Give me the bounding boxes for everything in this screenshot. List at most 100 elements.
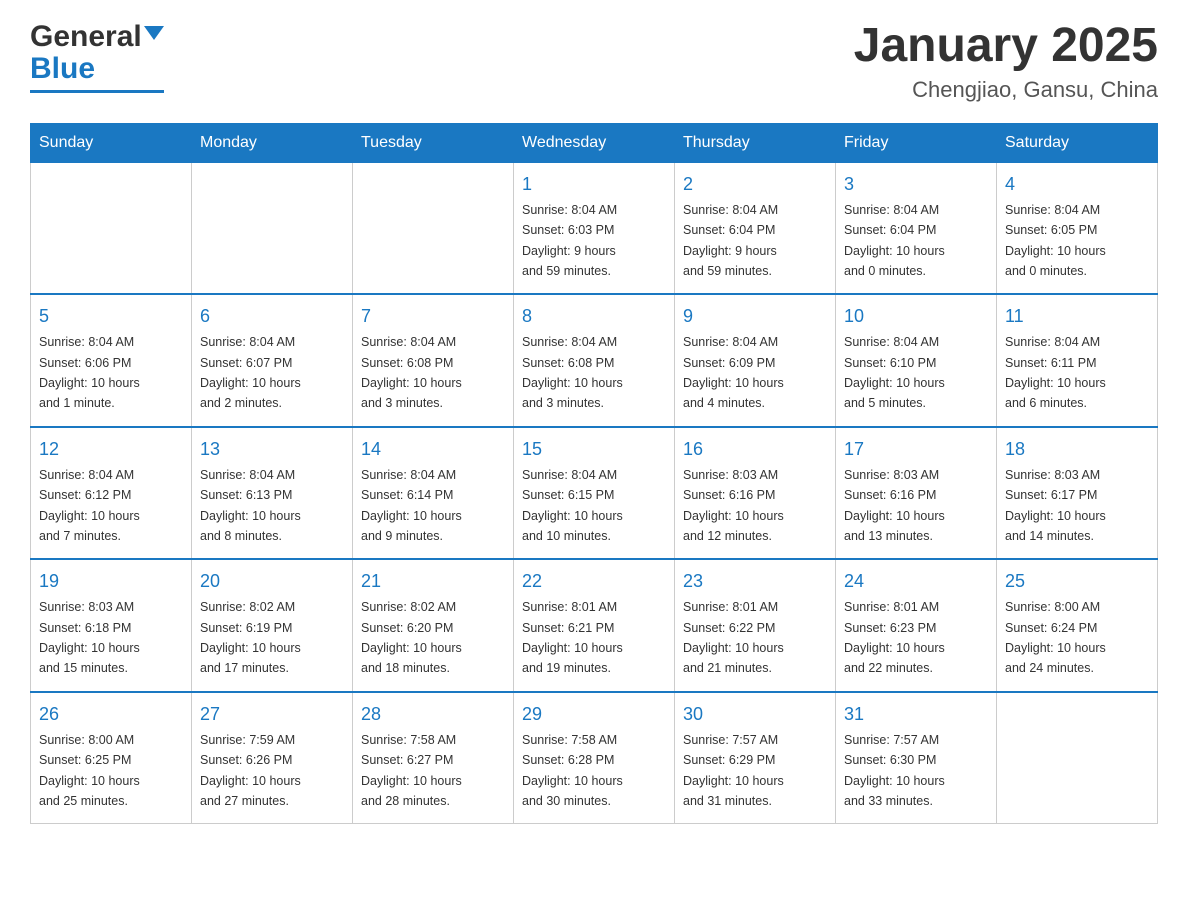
- calendar-cell: 17 Sunrise: 8:03 AMSunset: 6:16 PMDayligh…: [836, 427, 997, 560]
- day-number: 22: [522, 568, 666, 595]
- day-info: Sunrise: 8:04 AMSunset: 6:06 PMDaylight:…: [39, 335, 140, 410]
- day-number: 25: [1005, 568, 1149, 595]
- day-number: 28: [361, 701, 505, 728]
- day-info: Sunrise: 7:58 AMSunset: 6:28 PMDaylight:…: [522, 733, 623, 808]
- day-header-tuesday: Tuesday: [353, 123, 514, 162]
- calendar-cell: 31 Sunrise: 7:57 AMSunset: 6:30 PMDayligh…: [836, 692, 997, 824]
- day-info: Sunrise: 8:04 AMSunset: 6:10 PMDaylight:…: [844, 335, 945, 410]
- calendar-cell: 19Sunrise: 8:03 AMSunset: 6:18 PMDayligh…: [31, 559, 192, 692]
- day-info: Sunrise: 8:04 AMSunset: 6:03 PMDaylight:…: [522, 203, 617, 278]
- calendar-week-row: 1 Sunrise: 8:04 AMSunset: 6:03 PMDaylight…: [31, 162, 1158, 294]
- calendar-cell: 20Sunrise: 8:02 AMSunset: 6:19 PMDayligh…: [192, 559, 353, 692]
- day-info: Sunrise: 8:00 AMSunset: 6:24 PMDaylight:…: [1005, 600, 1106, 675]
- day-number: 18: [1005, 436, 1149, 463]
- calendar-header-row: SundayMondayTuesdayWednesdayThursdayFrid…: [31, 123, 1158, 162]
- day-info: Sunrise: 8:00 AMSunset: 6:25 PMDaylight:…: [39, 733, 140, 808]
- calendar-cell: 7 Sunrise: 8:04 AMSunset: 6:08 PMDaylight…: [353, 294, 514, 427]
- day-number: 20: [200, 568, 344, 595]
- day-info: Sunrise: 8:04 AMSunset: 6:09 PMDaylight:…: [683, 335, 784, 410]
- day-number: 14: [361, 436, 505, 463]
- day-number: 5: [39, 303, 183, 330]
- calendar-cell: 6Sunrise: 8:04 AMSunset: 6:07 PMDaylight…: [192, 294, 353, 427]
- day-info: Sunrise: 8:01 AMSunset: 6:23 PMDaylight:…: [844, 600, 945, 675]
- day-number: 29: [522, 701, 666, 728]
- day-header-monday: Monday: [192, 123, 353, 162]
- logo-general-text: General: [30, 20, 142, 54]
- day-number: 27: [200, 701, 344, 728]
- logo-underline: [30, 90, 164, 93]
- calendar-cell: 27 Sunrise: 7:59 AMSunset: 6:26 PMDayligh…: [192, 692, 353, 824]
- calendar-cell: 22 Sunrise: 8:01 AMSunset: 6:21 PMDayligh…: [514, 559, 675, 692]
- day-number: 31: [844, 701, 988, 728]
- day-number: 11: [1005, 303, 1149, 330]
- calendar-cell: 28 Sunrise: 7:58 AMSunset: 6:27 PMDayligh…: [353, 692, 514, 824]
- day-header-wednesday: Wednesday: [514, 123, 675, 162]
- calendar-cell: 30 Sunrise: 7:57 AMSunset: 6:29 PMDayligh…: [675, 692, 836, 824]
- calendar-week-row: 5 Sunrise: 8:04 AMSunset: 6:06 PMDaylight…: [31, 294, 1158, 427]
- day-number: 1: [522, 171, 666, 198]
- day-number: 4: [1005, 171, 1149, 198]
- logo-blue-text: Blue: [30, 52, 95, 86]
- day-number: 26: [39, 701, 183, 728]
- calendar-week-row: 19Sunrise: 8:03 AMSunset: 6:18 PMDayligh…: [31, 559, 1158, 692]
- logo-triangle-icon: [144, 26, 164, 40]
- day-number: 16: [683, 436, 827, 463]
- day-header-sunday: Sunday: [31, 123, 192, 162]
- day-info: Sunrise: 8:01 AMSunset: 6:21 PMDaylight:…: [522, 600, 623, 675]
- calendar-week-row: 26 Sunrise: 8:00 AMSunset: 6:25 PMDayligh…: [31, 692, 1158, 824]
- calendar-cell: 26 Sunrise: 8:00 AMSunset: 6:25 PMDayligh…: [31, 692, 192, 824]
- calendar-cell: [997, 692, 1158, 824]
- calendar-table: SundayMondayTuesdayWednesdayThursdayFrid…: [30, 123, 1158, 825]
- day-info: Sunrise: 8:04 AMSunset: 6:14 PMDaylight:…: [361, 468, 462, 543]
- day-info: Sunrise: 8:04 AMSunset: 6:13 PMDaylight:…: [200, 468, 301, 543]
- day-info: Sunrise: 8:03 AMSunset: 6:16 PMDaylight:…: [683, 468, 784, 543]
- calendar-cell: 15 Sunrise: 8:04 AMSunset: 6:15 PMDayligh…: [514, 427, 675, 560]
- day-number: 15: [522, 436, 666, 463]
- day-info: Sunrise: 8:01 AMSunset: 6:22 PMDaylight:…: [683, 600, 784, 675]
- day-info: Sunrise: 8:03 AMSunset: 6:18 PMDaylight:…: [39, 600, 140, 675]
- day-info: Sunrise: 7:59 AMSunset: 6:26 PMDaylight:…: [200, 733, 301, 808]
- calendar-cell: 21Sunrise: 8:02 AMSunset: 6:20 PMDayligh…: [353, 559, 514, 692]
- calendar-cell: [31, 162, 192, 294]
- day-info: Sunrise: 7:58 AMSunset: 6:27 PMDaylight:…: [361, 733, 462, 808]
- day-info: Sunrise: 7:57 AMSunset: 6:29 PMDaylight:…: [683, 733, 784, 808]
- day-header-thursday: Thursday: [675, 123, 836, 162]
- calendar-cell: 5 Sunrise: 8:04 AMSunset: 6:06 PMDaylight…: [31, 294, 192, 427]
- calendar-cell: 3 Sunrise: 8:04 AMSunset: 6:04 PMDaylight…: [836, 162, 997, 294]
- day-info: Sunrise: 8:03 AMSunset: 6:17 PMDaylight:…: [1005, 468, 1106, 543]
- calendar-cell: 2 Sunrise: 8:04 AMSunset: 6:04 PMDaylight…: [675, 162, 836, 294]
- calendar-cell: 24 Sunrise: 8:01 AMSunset: 6:23 PMDayligh…: [836, 559, 997, 692]
- day-info: Sunrise: 8:04 AMSunset: 6:15 PMDaylight:…: [522, 468, 623, 543]
- calendar-cell: 29 Sunrise: 7:58 AMSunset: 6:28 PMDayligh…: [514, 692, 675, 824]
- calendar-cell: 14 Sunrise: 8:04 AMSunset: 6:14 PMDayligh…: [353, 427, 514, 560]
- day-info: Sunrise: 8:04 AMSunset: 6:04 PMDaylight:…: [844, 203, 945, 278]
- calendar-cell: 23 Sunrise: 8:01 AMSunset: 6:22 PMDayligh…: [675, 559, 836, 692]
- logo: General Blue: [30, 20, 164, 93]
- calendar-week-row: 12Sunrise: 8:04 AMSunset: 6:12 PMDayligh…: [31, 427, 1158, 560]
- calendar-cell: 4 Sunrise: 8:04 AMSunset: 6:05 PMDaylight…: [997, 162, 1158, 294]
- day-info: Sunrise: 8:04 AMSunset: 6:05 PMDaylight:…: [1005, 203, 1106, 278]
- calendar-cell: 11 Sunrise: 8:04 AMSunset: 6:11 PMDayligh…: [997, 294, 1158, 427]
- day-number: 24: [844, 568, 988, 595]
- day-info: Sunrise: 8:04 AMSunset: 6:12 PMDaylight:…: [39, 468, 140, 543]
- day-number: 10: [844, 303, 988, 330]
- day-info: Sunrise: 8:04 AMSunset: 6:04 PMDaylight:…: [683, 203, 778, 278]
- day-number: 17: [844, 436, 988, 463]
- calendar-cell: 13Sunrise: 8:04 AMSunset: 6:13 PMDayligh…: [192, 427, 353, 560]
- day-number: 2: [683, 171, 827, 198]
- calendar-cell: 9Sunrise: 8:04 AMSunset: 6:09 PMDaylight…: [675, 294, 836, 427]
- day-info: Sunrise: 8:02 AMSunset: 6:20 PMDaylight:…: [361, 600, 462, 675]
- calendar-cell: 12Sunrise: 8:04 AMSunset: 6:12 PMDayligh…: [31, 427, 192, 560]
- day-number: 30: [683, 701, 827, 728]
- day-info: Sunrise: 7:57 AMSunset: 6:30 PMDaylight:…: [844, 733, 945, 808]
- calendar-cell: 16 Sunrise: 8:03 AMSunset: 6:16 PMDayligh…: [675, 427, 836, 560]
- day-header-saturday: Saturday: [997, 123, 1158, 162]
- day-info: Sunrise: 8:04 AMSunset: 6:11 PMDaylight:…: [1005, 335, 1106, 410]
- day-number: 7: [361, 303, 505, 330]
- calendar-cell: [353, 162, 514, 294]
- calendar-title: January 2025: [854, 20, 1158, 73]
- day-number: 3: [844, 171, 988, 198]
- day-info: Sunrise: 8:03 AMSunset: 6:16 PMDaylight:…: [844, 468, 945, 543]
- day-number: 23: [683, 568, 827, 595]
- day-info: Sunrise: 8:04 AMSunset: 6:08 PMDaylight:…: [361, 335, 462, 410]
